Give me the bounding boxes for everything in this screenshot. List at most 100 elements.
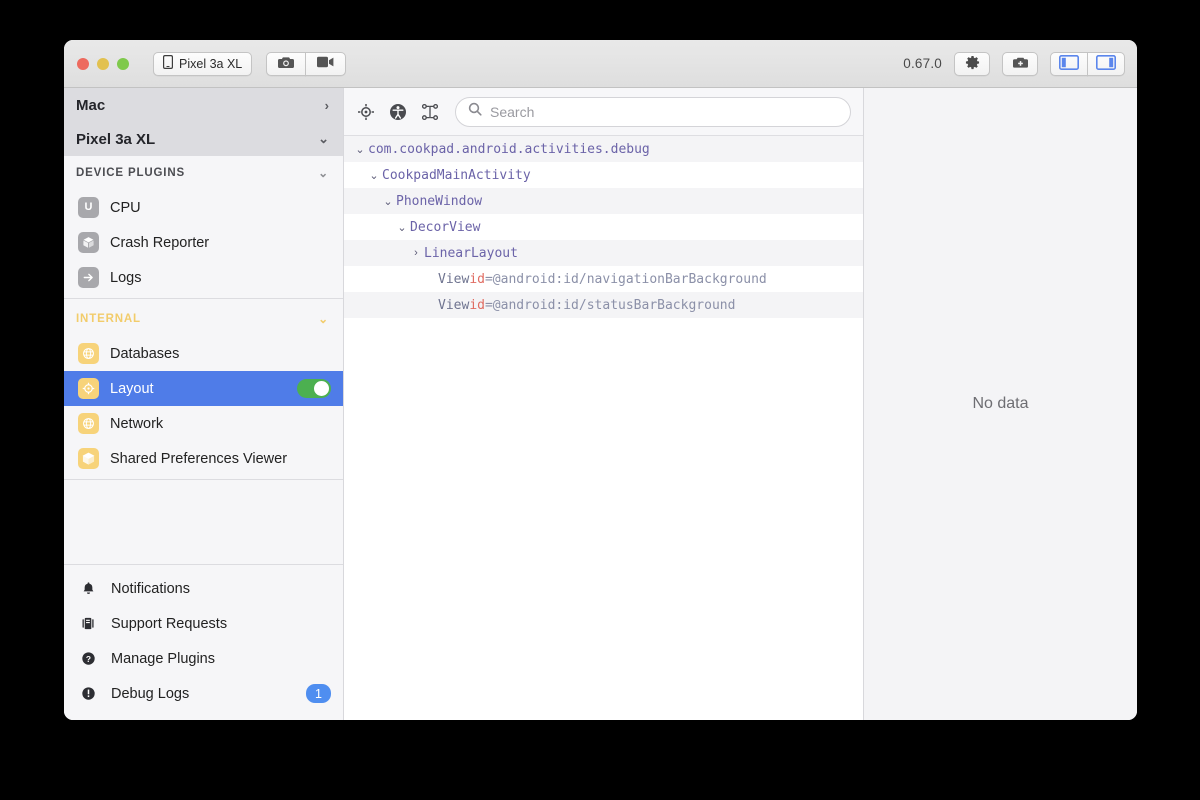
section-header-internal[interactable]: INTERNAL ⌄ (64, 302, 343, 336)
toggle-knob (314, 381, 329, 396)
nav-item-manage-plugins[interactable]: ? Manage Plugins (64, 641, 343, 676)
record-video-button[interactable] (305, 51, 347, 76)
cube-icon (78, 448, 99, 469)
sidebar-item-label: Crash Reporter (110, 234, 210, 251)
disclosure-arrow[interactable]: › (408, 247, 424, 259)
titlebar-right-group: 0.67.0 (903, 51, 1125, 76)
phone-icon (163, 55, 174, 72)
nav-item-label: Debug Logs (111, 685, 190, 702)
sidebar-item-cpu[interactable]: U CPU (64, 190, 343, 225)
table-row[interactable]: View id =@android:id/statusBarBackground (344, 292, 863, 318)
tree-attr-key: id (469, 271, 485, 287)
target-icon[interactable] (357, 103, 375, 121)
tree-node-label: com.cookpad.android.activities.debug (368, 141, 650, 157)
layout-plugin-toggle[interactable] (297, 379, 331, 398)
gear-icon (965, 55, 980, 73)
window-body: Mac › Pixel 3a XL ⌄ DEVICE PLUGINS ⌄ U C… (64, 88, 1137, 720)
nav-item-debug-logs[interactable]: Debug Logs 1 (64, 676, 343, 711)
flipper-window: Pixel 3a XL 0.67.0 Mac › Pixel 3a XL ⌄ D… (64, 40, 1137, 720)
sidebar-item-label: Shared Preferences Viewer (110, 450, 288, 467)
inspector-toolbar (344, 88, 863, 136)
bug-report-button[interactable] (1002, 51, 1038, 76)
sidebar-item-logs[interactable]: Logs (64, 260, 343, 295)
nav-item-label: Support Requests (111, 615, 228, 632)
nav-item-support-requests[interactable]: Support Requests (64, 606, 343, 641)
left-panel-icon (1059, 54, 1079, 73)
host-selector[interactable]: Mac › (64, 88, 343, 122)
sidebar-item-crash-reporter[interactable]: Crash Reporter (64, 225, 343, 260)
sidebar-item-label: Layout (110, 380, 154, 397)
section-title-label: DEVICE PLUGINS (76, 167, 186, 179)
arrow-right-icon (78, 267, 99, 288)
sidebar-top-selectors: Mac › Pixel 3a XL ⌄ (64, 88, 343, 156)
sidebar: Mac › Pixel 3a XL ⌄ DEVICE PLUGINS ⌄ U C… (64, 88, 344, 720)
window-controls (77, 57, 129, 70)
nav-item-notifications[interactable]: Notifications (64, 571, 343, 606)
title-bar: Pixel 3a XL 0.67.0 (64, 40, 1137, 88)
section-title-label: INTERNAL (76, 313, 141, 325)
settings-button[interactable] (954, 51, 990, 76)
device-selector-button[interactable]: Pixel 3a XL (153, 51, 253, 76)
disclosure-arrow[interactable]: ⌄ (352, 143, 368, 156)
left-panel-toggle-button[interactable] (1050, 51, 1088, 76)
search-icon (468, 102, 482, 121)
sidebar-item-label: Databases (110, 345, 180, 362)
table-row[interactable]: ⌄ com.cookpad.android.activities.debug (344, 136, 863, 162)
sidebar-item-layout[interactable]: Layout (64, 371, 343, 406)
table-row[interactable]: ⌄ CookpadMainActivity (344, 162, 863, 188)
table-row[interactable]: ⌄ DecorView (344, 214, 863, 240)
device-label: Pixel 3a XL (76, 130, 156, 148)
sidebar-bottom-nav: Notifications Support Requests ? Manage … (64, 564, 343, 720)
search-input[interactable] (490, 103, 838, 120)
globe-icon (78, 413, 99, 434)
chevron-right-icon: › (324, 97, 329, 113)
disclosure-arrow[interactable]: ⌄ (380, 195, 396, 208)
chevron-down-icon: ⌄ (318, 166, 329, 180)
bell-icon (80, 581, 97, 596)
tree-attr-key: id (469, 297, 485, 313)
version-label: 0.67.0 (903, 56, 942, 71)
cpu-icon-glyph: U (84, 201, 93, 213)
panel-toggle-group (1050, 51, 1125, 76)
support-icon (80, 616, 97, 631)
maximize-button[interactable] (117, 57, 129, 70)
sidebar-item-label: CPU (110, 199, 141, 216)
nav-item-label: Notifications (111, 580, 190, 597)
device-selector-label: Pixel 3a XL (179, 56, 243, 71)
question-circle-icon: ? (80, 651, 97, 666)
close-button[interactable] (77, 57, 89, 70)
table-row[interactable]: View id =@android:id/navigationBarBackgr… (344, 266, 863, 292)
sidebar-divider (64, 298, 343, 299)
svg-text:?: ? (86, 654, 91, 664)
host-label: Mac (76, 96, 106, 114)
sidebar-item-databases[interactable]: Databases (64, 336, 343, 371)
minimize-button[interactable] (97, 57, 109, 70)
tree-attr-value: =@android:id/navigationBarBackground (484, 271, 767, 287)
right-panel-toggle-button[interactable] (1087, 51, 1125, 76)
video-camera-icon (317, 56, 334, 71)
view-hierarchy-tree[interactable]: ⌄ com.cookpad.android.activities.debug ⌄… (344, 136, 863, 720)
target-icon (78, 378, 99, 399)
tree-node-label: LinearLayout (424, 245, 518, 261)
search-input-wrapper[interactable] (455, 96, 851, 127)
device-selector[interactable]: Pixel 3a XL ⌄ (64, 122, 343, 156)
layout-inspector-panel: ⌄ com.cookpad.android.activities.debug ⌄… (344, 88, 864, 720)
disclosure-arrow[interactable]: ⌄ (394, 221, 410, 234)
sidebar-divider (64, 479, 343, 480)
tree-node-label: DecorView (410, 219, 481, 235)
node-tree-icon[interactable] (421, 103, 439, 121)
section-header-device-plugins[interactable]: DEVICE PLUGINS ⌄ (64, 156, 343, 190)
chevron-down-icon: ⌄ (318, 312, 329, 326)
screenshot-button[interactable] (266, 51, 307, 76)
cpu-icon: U (78, 197, 99, 218)
empty-state-message: No data (972, 395, 1029, 412)
sidebar-item-label: Logs (110, 269, 142, 286)
table-row[interactable]: › LinearLayout (344, 240, 863, 266)
sidebar-item-shared-preferences-viewer[interactable]: Shared Preferences Viewer (64, 441, 343, 476)
accessibility-icon[interactable] (389, 103, 407, 121)
table-row[interactable]: ⌄ PhoneWindow (344, 188, 863, 214)
disclosure-arrow[interactable]: ⌄ (366, 169, 382, 182)
sidebar-item-network[interactable]: Network (64, 406, 343, 441)
nav-item-label: Manage Plugins (111, 650, 215, 667)
